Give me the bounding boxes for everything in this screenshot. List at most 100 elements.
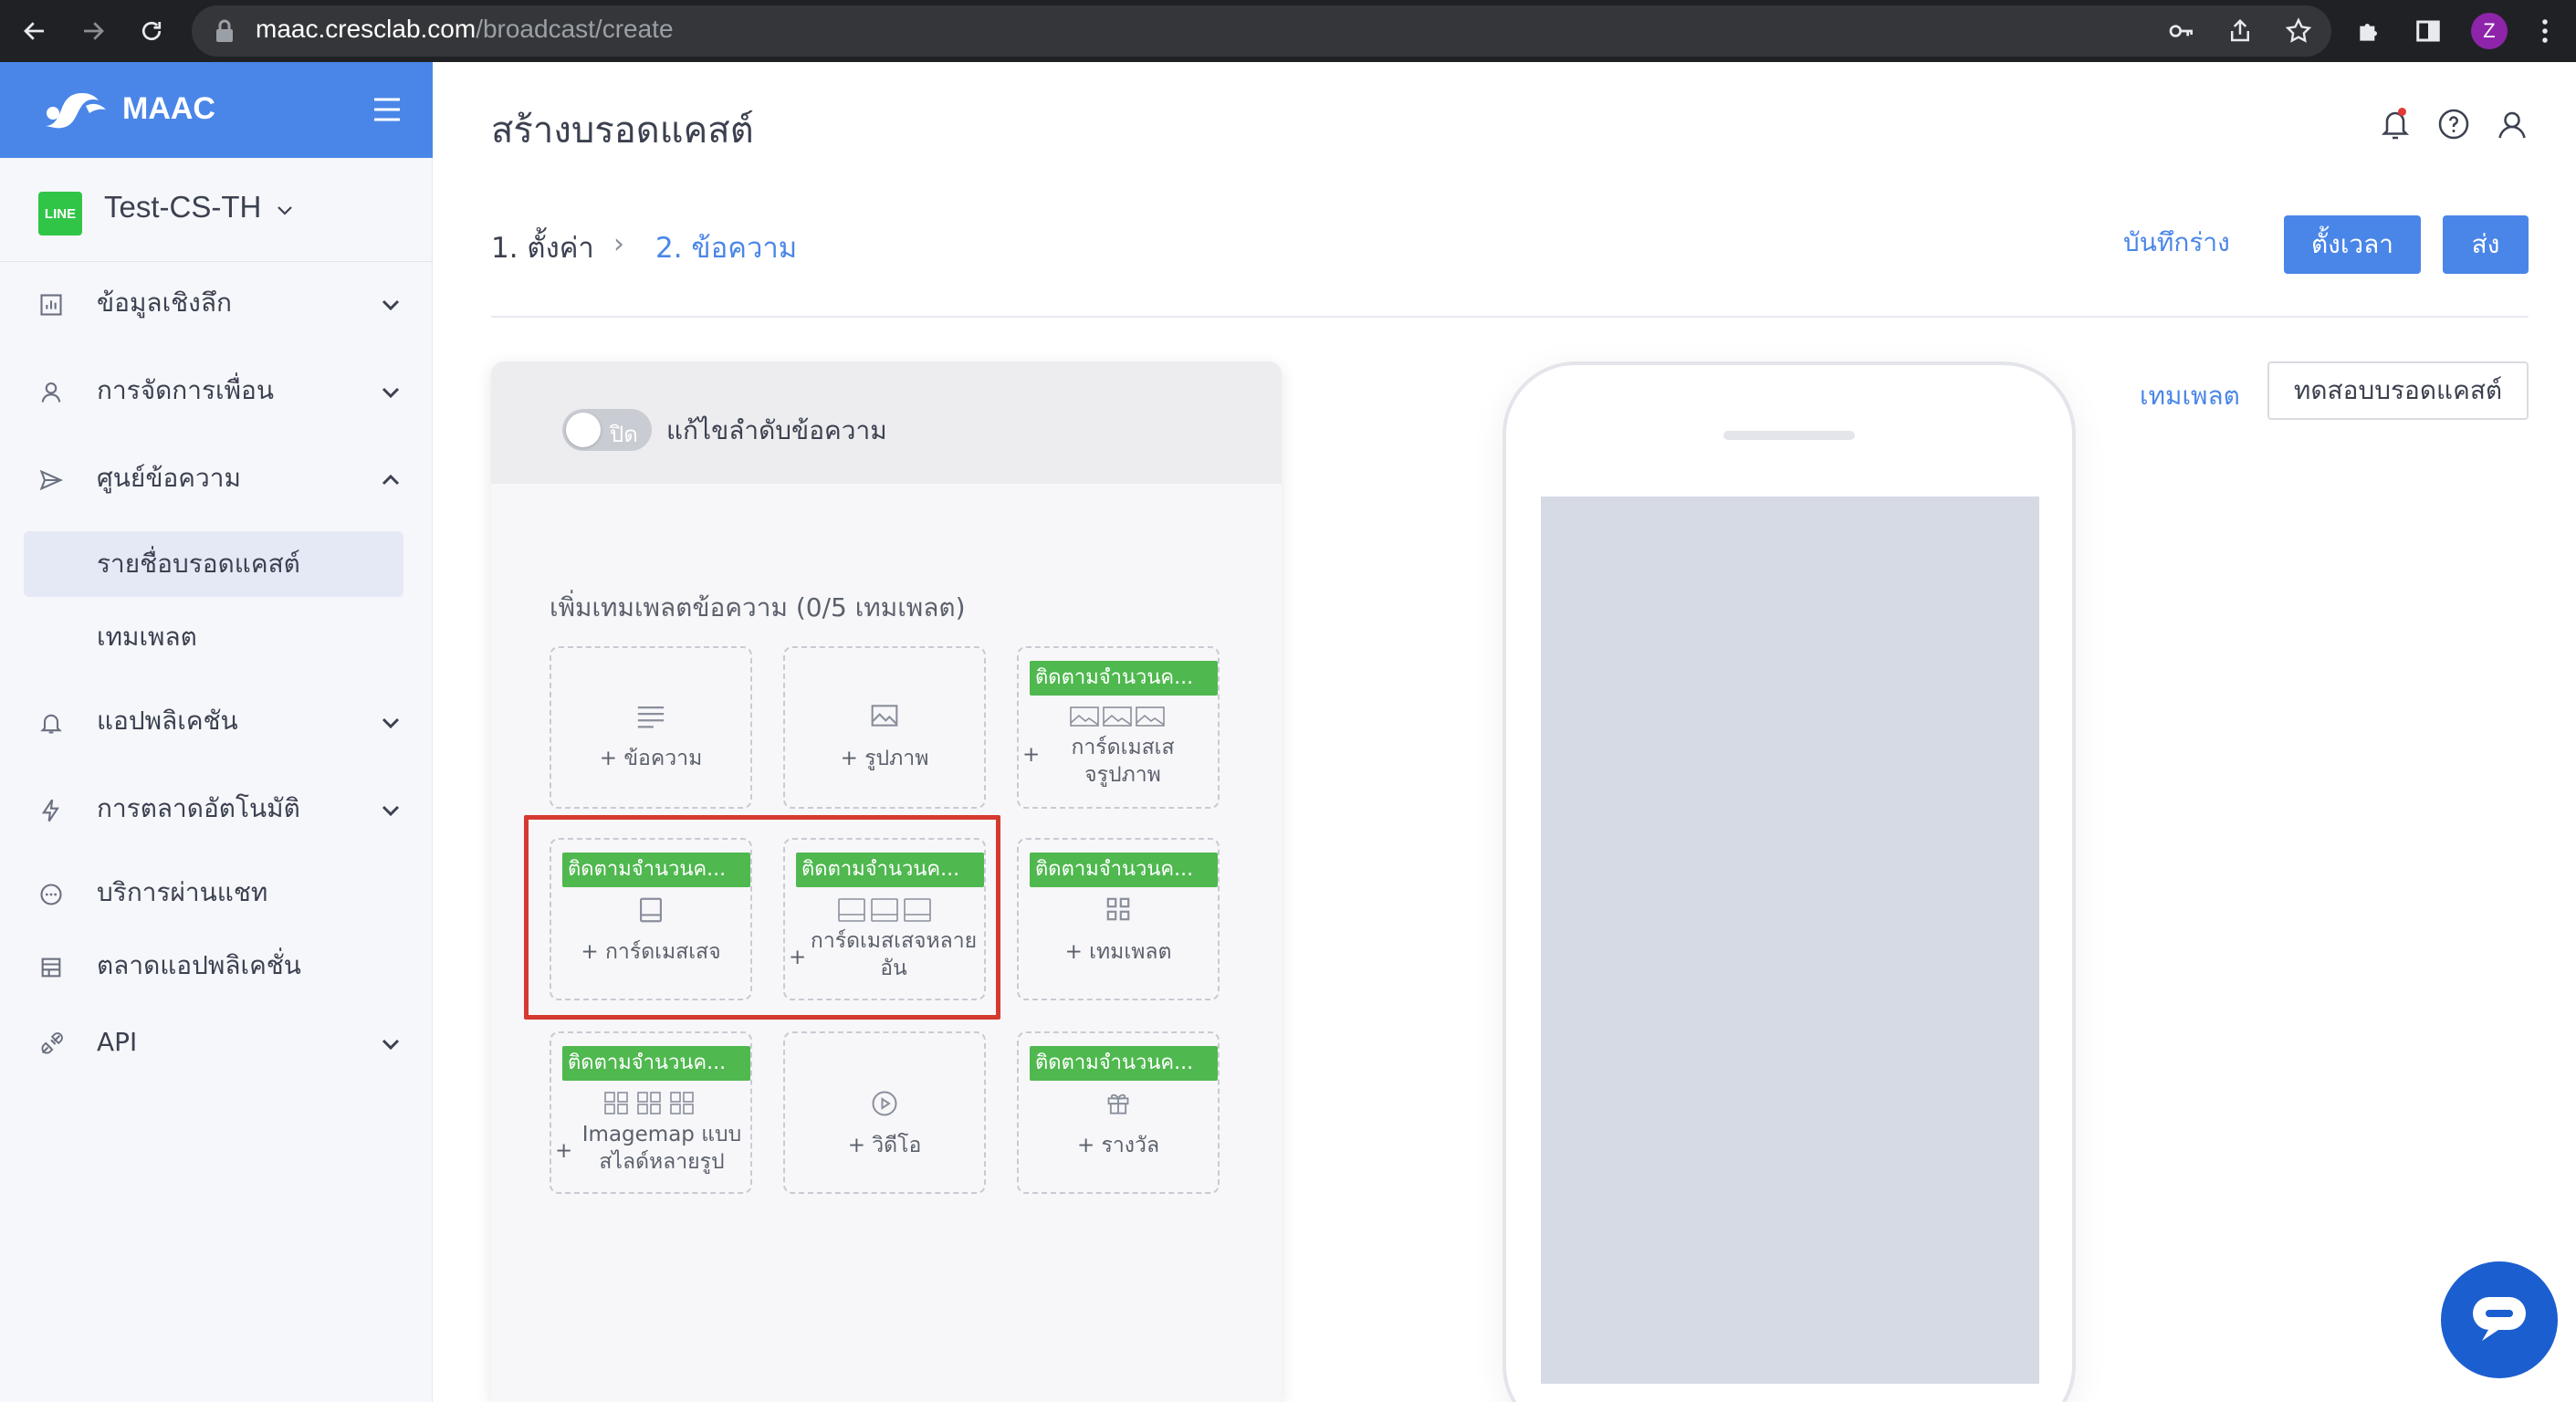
phone-preview-screen xyxy=(1541,497,2039,1384)
card-label: + รางวัล xyxy=(1076,1134,1160,1157)
add-image-card[interactable]: + รูปภาพ xyxy=(783,646,986,809)
text-lines-icon xyxy=(551,703,750,730)
sidebar-item-label: บริการผ่านแชท xyxy=(97,877,268,907)
add-video-card[interactable]: + วิดีโอ xyxy=(783,1031,986,1194)
step-message[interactable]: 2. ข้อความ xyxy=(655,225,797,270)
sidebar-item-message-center[interactable]: ศูนย์ข้อความ xyxy=(0,444,433,517)
hamburger-menu-icon[interactable] xyxy=(372,97,402,122)
sidebar-item-label: ตลาดแอปพลิเคชั่น xyxy=(97,950,301,980)
puzzle-extension-icon[interactable] xyxy=(2351,13,2388,49)
url-host: maac.cresclab.com xyxy=(256,15,476,43)
highlight-box xyxy=(524,815,1000,1020)
sidebar-item-friends[interactable]: การจัดการเพื่อน xyxy=(0,356,433,429)
toggle-state-label: ปิด xyxy=(610,422,638,447)
store-icon xyxy=(35,951,68,984)
grid-icon xyxy=(1019,896,1218,922)
chevron-down-icon[interactable] xyxy=(376,1030,405,1059)
plus-icon: + xyxy=(555,1139,573,1163)
bolt-icon xyxy=(35,794,68,827)
gift-icon xyxy=(1019,1090,1218,1115)
add-imagemap-carousel-card[interactable]: ติดตามจำนวนค... + Imagemap แบบสไลด์หลายร… xyxy=(550,1031,752,1194)
key-icon[interactable] xyxy=(2163,13,2200,49)
chat-support-button[interactable] xyxy=(2441,1261,2558,1378)
more-vertical-icon[interactable] xyxy=(2527,13,2563,49)
lock-icon xyxy=(214,18,236,44)
user-icon xyxy=(35,376,68,409)
step-separator: › xyxy=(613,228,624,260)
send-icon xyxy=(35,464,68,497)
account-name[interactable]: Test-CS-TH xyxy=(104,190,261,225)
chevron-down-icon[interactable] xyxy=(376,290,405,319)
chevron-down-icon[interactable] xyxy=(376,708,405,738)
url-path: /broadcast/create xyxy=(476,15,674,43)
notification-bell-icon[interactable] xyxy=(2379,106,2412,142)
card-label: + รูปภาพ xyxy=(840,747,929,770)
add-reward-card[interactable]: ติดตามจำนวนค... + รางวัล xyxy=(1017,1031,1220,1194)
sidebar-item-automation[interactable]: การตลาดอัตโนมัติ xyxy=(0,774,433,847)
sidebar-item-insights[interactable]: ข้อมูลเชิงลึก xyxy=(0,268,433,341)
tracking-badge: ติดตามจำนวนค... xyxy=(562,1046,750,1081)
add-template-heading: เพิ่มเทมเพลตข้อความ (0/5 เทมเพลต) xyxy=(550,592,966,623)
sidebar-item-label: การตลาดอัตโนมัติ xyxy=(97,793,300,823)
card-label: + เทมเพลต xyxy=(1064,940,1172,964)
templates-link[interactable]: เทมเพลต xyxy=(2140,376,2240,416)
chat-bubble-icon xyxy=(35,878,68,911)
reload-icon[interactable] xyxy=(133,13,170,49)
help-icon[interactable] xyxy=(2437,108,2470,141)
chat-icon xyxy=(2473,1297,2526,1341)
phone-speaker xyxy=(1723,431,1855,440)
chevron-down-icon[interactable] xyxy=(376,796,405,825)
side-panel-icon[interactable] xyxy=(2410,13,2446,49)
sidebar-subitem-templates[interactable]: เทมเพลต xyxy=(24,604,403,670)
image-icon xyxy=(785,703,984,728)
sidebar-subitem-label: รายชื่อบรอดแคสต์ xyxy=(97,549,300,579)
account-user-icon[interactable] xyxy=(2496,108,2529,141)
tracking-badge: ติดตามจำนวนค... xyxy=(1030,661,1218,696)
add-image-carousel-card[interactable]: ติดตามจำนวนค... + การ์ดเมสเสจรูปภาพ xyxy=(1017,646,1220,809)
sidebar-item-label: ศูนย์ข้อความ xyxy=(97,463,241,493)
sidebar-item-applications[interactable]: แอปพลิเคชัน xyxy=(0,686,433,759)
share-icon[interactable] xyxy=(2222,13,2258,49)
toggle-knob xyxy=(566,413,601,447)
api-icon xyxy=(35,1028,68,1061)
card-label: + ข้อความ xyxy=(599,747,703,770)
sidebar-subitem-label: เทมเพลต xyxy=(97,622,197,652)
sidebar-item-label: API xyxy=(97,1027,138,1057)
sidebar-item-api[interactable]: API xyxy=(0,1008,433,1081)
card-label: การ์ดเมสเสจรูปภาพ xyxy=(1071,736,1175,787)
plus-icon: + xyxy=(1022,743,1041,767)
url-text: maac.cresclab.com/broadcast/create xyxy=(256,13,674,46)
back-arrow-icon[interactable] xyxy=(16,13,53,49)
page-title: สร้างบรอดแคสต์ xyxy=(491,110,754,152)
add-text-card[interactable]: + ข้อความ xyxy=(550,646,752,809)
add-template-card[interactable]: ติดตามจำนวนค... + เทมเพลต xyxy=(1017,838,1220,1000)
chevron-down-icon[interactable] xyxy=(376,378,405,407)
imagemap-carousel-icon xyxy=(551,1090,750,1115)
sidebar-item-app-market[interactable]: ตลาดแอปพลิเคชั่น xyxy=(0,931,433,1004)
sidebar-item-label: การจัดการเพื่อน xyxy=(97,375,275,405)
sidebar-item-label: แอปพลิเคชัน xyxy=(97,706,238,736)
test-broadcast-button[interactable]: ทดสอบบรอดแคสต์ xyxy=(2267,361,2529,420)
image-carousel-icon xyxy=(1019,705,1218,728)
chevron-up-icon[interactable] xyxy=(376,466,405,495)
bell-icon xyxy=(35,706,68,739)
save-draft-link[interactable]: บันทึกร่าง xyxy=(2123,223,2230,263)
brand-header xyxy=(0,62,433,158)
send-button[interactable]: ส่ง xyxy=(2443,215,2529,274)
reorder-messages-label: แก้ไขลำดับข้อความ xyxy=(666,415,887,445)
card-label: Imagemap แบบสไลด์หลายรูป xyxy=(581,1123,742,1174)
chevron-down-icon[interactable] xyxy=(274,199,296,221)
star-icon[interactable] xyxy=(2280,13,2317,49)
forward-arrow-icon[interactable] xyxy=(75,13,111,49)
tracking-badge: ติดตามจำนวนค... xyxy=(1030,1046,1218,1081)
brand-name: MAAC xyxy=(122,91,215,126)
profile-avatar[interactable]: Z xyxy=(2471,13,2508,49)
line-logo-icon: LINE xyxy=(38,192,82,235)
schedule-button[interactable]: ตั้งเวลา xyxy=(2284,215,2421,274)
tracking-badge: ติดตามจำนวนค... xyxy=(1030,853,1218,887)
maac-logo-icon xyxy=(40,89,110,131)
step-settings[interactable]: 1. ตั้งค่า xyxy=(491,225,594,270)
sidebar-subitem-broadcast-list[interactable]: รายชื่อบรอดแคสต์ xyxy=(24,531,403,597)
sidebar-item-chat-service[interactable]: บริการผ่านแชท xyxy=(0,858,433,931)
chart-icon xyxy=(35,288,68,321)
